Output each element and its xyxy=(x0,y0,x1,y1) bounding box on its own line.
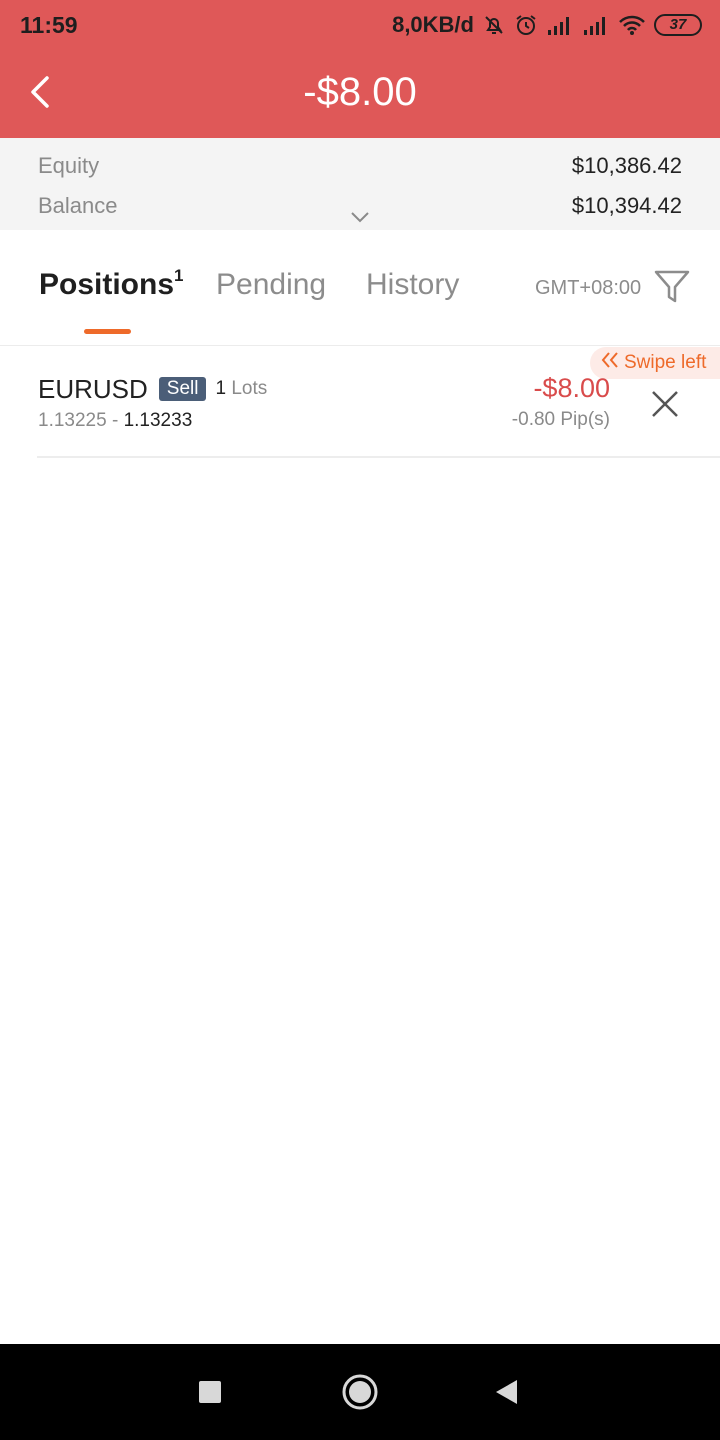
current-price: 1.13233 xyxy=(123,410,193,431)
tab-pending[interactable]: Pending xyxy=(216,268,326,302)
row-divider xyxy=(37,456,720,458)
timezone-label: GMT+08:00 xyxy=(535,277,642,299)
balance-value: $10,394.42 xyxy=(571,193,682,218)
double-chevron-left-icon xyxy=(600,351,620,375)
close-position-button[interactable] xyxy=(648,387,682,421)
tab-positions-label: Positions xyxy=(39,268,175,301)
tab-bar: Positions1 Pending History GMT+08:00 xyxy=(0,230,720,346)
filter-icon xyxy=(652,270,692,310)
price-separator: - xyxy=(111,410,119,431)
status-icons: 8,0KB/d 37 xyxy=(392,10,702,40)
chevron-down-icon xyxy=(349,211,371,228)
system-back-button[interactable] xyxy=(486,1374,526,1414)
close-icon xyxy=(648,391,682,425)
lots-unit: Lots xyxy=(231,378,268,399)
position-profit: -$8.00 xyxy=(533,373,610,403)
position-pips: -0.80 Pip(s) xyxy=(511,409,610,430)
recent-apps-button[interactable] xyxy=(190,1374,230,1414)
swipe-hint-text: Swipe left xyxy=(624,352,707,373)
open-price: 1.13225 xyxy=(38,410,107,431)
tab-positions[interactable]: Positions1 xyxy=(39,266,184,302)
recent-apps-icon xyxy=(198,1380,222,1409)
balance-label: Balance xyxy=(38,193,118,218)
filter-button[interactable] xyxy=(652,268,694,306)
lots-count: 1 xyxy=(215,378,227,399)
status-bar: 11:59 8,0KB/d 37 xyxy=(0,0,720,50)
positions-count: 1 xyxy=(174,266,184,285)
signal-icon xyxy=(546,14,574,36)
position-header: EURUSD Sell 1 Lots xyxy=(38,373,267,405)
home-button[interactable] xyxy=(340,1374,380,1414)
battery-icon: 37 xyxy=(654,14,702,36)
page-title: -$8.00 xyxy=(303,70,417,114)
app-header: -$8.00 xyxy=(0,50,720,138)
equity-row: Equity $10,386.42 xyxy=(38,150,682,182)
equity-label: Equity xyxy=(38,153,100,178)
active-tab-indicator xyxy=(84,329,131,334)
status-time: 11:59 xyxy=(20,12,78,38)
alarm-icon xyxy=(514,13,538,37)
position-row[interactable]: Swipe left EURUSD Sell 1 Lots 1.13225 - … xyxy=(0,347,720,458)
network-speed: 8,0KB/d xyxy=(392,12,474,37)
position-lots: 1 Lots xyxy=(215,378,267,400)
signal-icon xyxy=(582,14,610,36)
back-icon xyxy=(493,1378,519,1411)
home-icon xyxy=(341,1373,379,1416)
wifi-icon xyxy=(618,14,646,36)
position-prices: 1.13225 - 1.13233 xyxy=(38,410,192,432)
system-nav-bar xyxy=(0,1344,720,1440)
equity-value: $10,386.42 xyxy=(571,153,682,178)
side-badge: Sell xyxy=(158,377,207,401)
position-symbol: EURUSD xyxy=(38,373,148,404)
mute-bell-icon xyxy=(482,13,506,37)
expand-summary-button[interactable] xyxy=(349,210,371,224)
account-summary: Equity $10,386.42 Balance $10,394.42 xyxy=(0,138,720,230)
tab-history[interactable]: History xyxy=(366,268,459,302)
